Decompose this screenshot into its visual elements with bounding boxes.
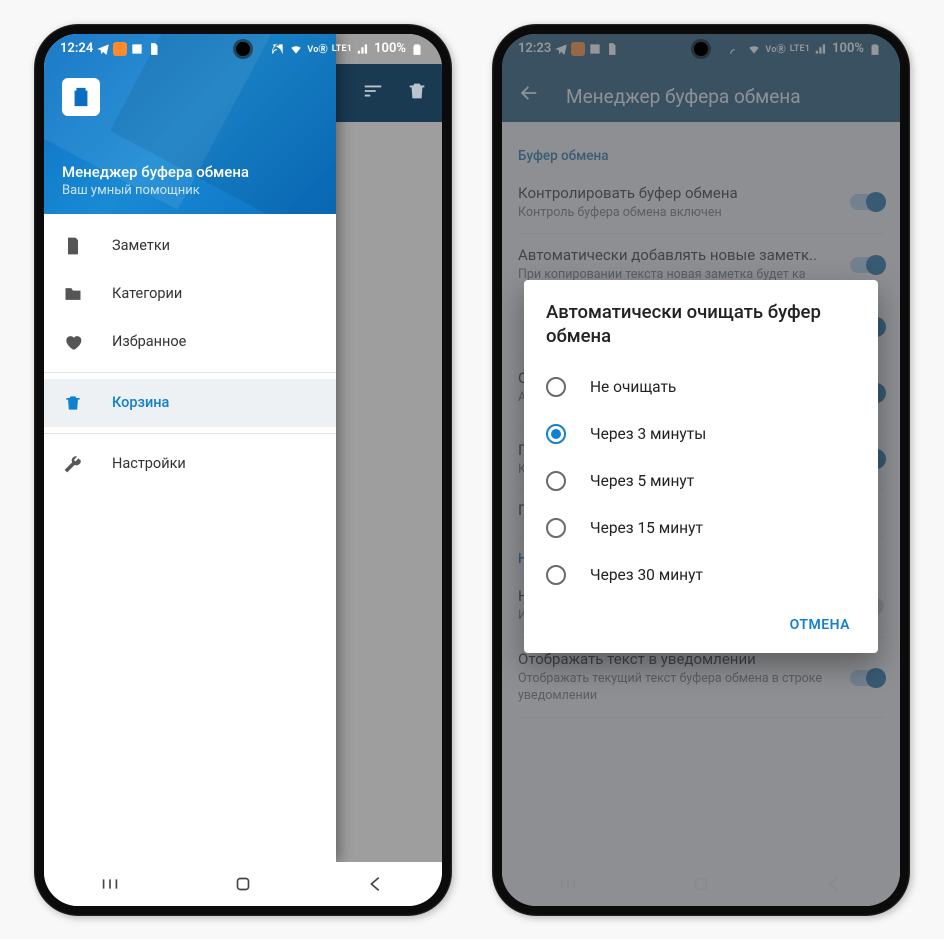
divider — [44, 372, 336, 373]
nav-home[interactable] — [232, 873, 254, 895]
radio-icon — [546, 424, 566, 444]
drawer-item-notes[interactable]: Заметки — [44, 222, 336, 270]
nav-back[interactable] — [365, 873, 387, 895]
dialog-autoclear: Автоматически очищать буфер обмена Не оч… — [524, 280, 878, 653]
status-net: LTE1 — [332, 44, 352, 54]
cancel-button[interactable]: ОТМЕНА — [782, 607, 858, 643]
dialog-option[interactable]: Через 3 минуты — [546, 411, 858, 458]
drawer-subtitle: Ваш умный помощник — [62, 183, 249, 198]
dialog-option-label: Через 30 минут — [590, 566, 703, 584]
dialog-option[interactable]: Через 30 минут — [546, 552, 858, 599]
phone-right: Менеджер буфера обмена 12:23 VoⓇ LTE1 10… — [492, 24, 910, 916]
drawer-item-trash[interactable]: Корзина — [44, 379, 336, 427]
drawer-item-label: Категории — [112, 285, 182, 302]
dialog-option[interactable]: Через 15 минут — [546, 505, 858, 552]
dialog-option[interactable]: Через 5 минут — [546, 458, 858, 505]
nav-bar — [44, 862, 442, 906]
radio-icon — [546, 518, 566, 538]
divider — [44, 433, 336, 434]
status-bar: 12:24 VoⓇ LTE1 100% — [44, 34, 442, 64]
app-logo — [62, 78, 100, 116]
status-time: 12:24 — [60, 41, 93, 56]
drawer-list: Заметки Категории Избранное Корзина — [44, 214, 336, 496]
dialog-option-label: Через 5 минут — [590, 472, 694, 490]
trash-icon[interactable] — [406, 80, 428, 106]
heart-icon — [62, 332, 84, 352]
sim-icon — [147, 42, 161, 56]
drawer-title: Менеджер буфера обмена — [62, 163, 249, 181]
dialog-option-label: Через 3 минуты — [590, 425, 706, 443]
screen-right: Менеджер буфера обмена 12:23 VoⓇ LTE1 10… — [502, 34, 900, 906]
cast-icon — [271, 42, 285, 56]
gallery-icon — [130, 42, 144, 56]
drawer-item-label: Настройки — [112, 455, 186, 472]
screen-left: та 12:24 VoⓇ LTE1 100% — [44, 34, 442, 906]
radio-icon — [546, 565, 566, 585]
note-icon — [62, 236, 84, 256]
nav-recents[interactable] — [99, 873, 121, 895]
drawer-item-settings[interactable]: Настройки — [44, 440, 336, 488]
phone-left: та 12:24 VoⓇ LTE1 100% — [34, 24, 452, 916]
dialog-title: Автоматически очищать буфер обмена — [546, 300, 858, 348]
wrench-icon — [62, 454, 84, 474]
telegram-icon — [96, 42, 110, 56]
app-icon — [113, 42, 127, 56]
signal-icon — [356, 42, 370, 56]
dialog-option-label: Через 15 минут — [590, 519, 703, 537]
drawer-item-label: Заметки — [112, 237, 170, 254]
dialog-option[interactable]: Не очищать — [546, 364, 858, 411]
radio-icon — [546, 471, 566, 491]
folder-icon — [62, 284, 84, 304]
drawer-item-label: Избранное — [112, 333, 186, 350]
status-volte: VoⓇ — [307, 42, 327, 55]
drawer-item-favorites[interactable]: Избранное — [44, 318, 336, 366]
wifi-icon — [289, 42, 303, 56]
status-battery: 100% — [374, 41, 406, 56]
camera-cutout — [694, 42, 708, 56]
sort-icon[interactable] — [362, 80, 384, 106]
radio-icon — [546, 377, 566, 397]
drawer-item-categories[interactable]: Категории — [44, 270, 336, 318]
battery-icon — [410, 42, 424, 56]
navigation-drawer: Менеджер буфера обмена Ваш умный помощни… — [44, 34, 336, 862]
trash-icon — [62, 393, 84, 413]
drawer-item-label: Корзина — [112, 394, 169, 411]
dialog-option-label: Не очищать — [590, 378, 676, 396]
